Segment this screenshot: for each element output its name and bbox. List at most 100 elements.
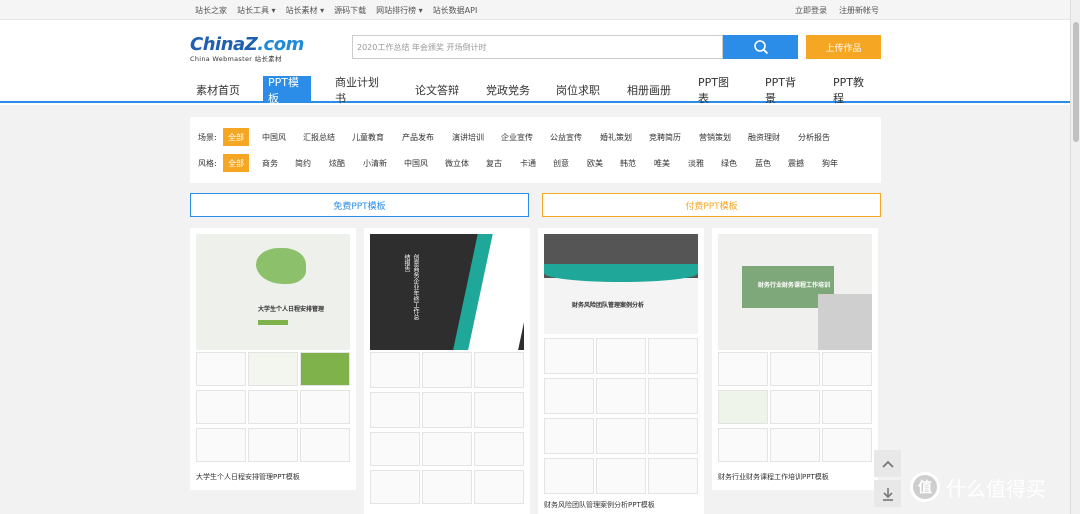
nav-job-hunting[interactable]: 岗位求职 [551, 76, 605, 103]
back-to-top-button[interactable] [874, 450, 901, 477]
slide-grid [196, 352, 350, 464]
template-title[interactable]: 财务行业财务课程工作培训PPT模板 [718, 472, 829, 482]
cover-title: 创意商务企业年终工作总结报告 [403, 254, 419, 320]
cover-title: 财务行业财务课程工作培训 [758, 282, 831, 289]
scrollbar[interactable] [1070, 0, 1080, 514]
search-button[interactable] [723, 35, 798, 59]
search-input[interactable]: 2020工作总结 年会颁奖 开场倒计时 [352, 35, 723, 59]
logo-text-right: .com [257, 34, 304, 55]
template-thumbnail[interactable]: 大学生个人日程安排管理 [196, 234, 350, 464]
style-tag[interactable]: 绿色 [716, 154, 742, 172]
top-link-api[interactable]: 站长数据API [433, 5, 478, 16]
cover-hand-image [818, 294, 872, 350]
register-link[interactable]: 注册新帐号 [839, 5, 879, 16]
cover-slide: 财务行业财务课程工作培训 [718, 234, 872, 350]
style-tag[interactable]: 欧美 [582, 154, 608, 172]
cover-title: 财务风险团队管理案例分析 [572, 302, 645, 309]
nav-ppt-background[interactable]: PPT背景 [760, 76, 810, 105]
scrollbar-thumb[interactable] [1073, 22, 1079, 142]
style-tag[interactable]: 简约 [290, 154, 316, 172]
leaf-image [256, 248, 306, 284]
filter-row-style: 风格: 全部 商务 简约 炫酷 小清新 中国风 微立体 复古 卡通 创意 欧美 … [198, 154, 878, 172]
scene-tag[interactable]: 分析报告 [793, 128, 835, 146]
top-links: 站长之家 站长工具 ▾ 站长素材 ▾ 源码下载 网站排行榜 ▾ 站长数据API [195, 5, 477, 16]
scene-tag[interactable]: 竞聘简历 [644, 128, 686, 146]
download-button[interactable] [874, 480, 901, 507]
template-card[interactable]: 财务行业财务课程工作培训 财务行业财务课程工作培训PPT模板 [712, 228, 878, 490]
style-tag[interactable]: 炫酷 [324, 154, 350, 172]
nav-business-plan[interactable]: 商业计划书 [330, 76, 392, 105]
site-logo[interactable]: ChinaZ.com China Webmaster 站长素材 [190, 34, 304, 64]
nav-album[interactable]: 相册画册 [622, 76, 676, 103]
nav-ppt-charts[interactable]: PPT图表 [693, 76, 743, 105]
nav-thesis-defense[interactable]: 论文答辩 [410, 76, 464, 103]
tab-free-ppt[interactable]: 免费PPT模板 [190, 193, 529, 217]
main-nav: 素材首页 PPT模板 商业计划书 论文答辩 党政党务 岗位求职 相册画册 PPT… [0, 73, 1070, 105]
style-tag[interactable]: 唯美 [649, 154, 675, 172]
watermark: 值 什么值得买 [910, 470, 1046, 504]
top-link-home[interactable]: 站长之家 [195, 5, 227, 16]
scene-tag[interactable]: 产品发布 [397, 128, 439, 146]
upload-button[interactable]: 上传作品 [806, 35, 881, 59]
style-tag[interactable]: 中国风 [399, 154, 433, 172]
top-bar: 站长之家 站长工具 ▾ 站长素材 ▾ 源码下载 网站排行榜 ▾ 站长数据API … [0, 0, 1070, 20]
tab-paid-ppt[interactable]: 付费PPT模板 [542, 193, 881, 217]
nav-party-affairs[interactable]: 党政党务 [481, 76, 535, 103]
search-icon [753, 40, 768, 55]
style-tag[interactable]: 卡通 [515, 154, 541, 172]
style-tag[interactable]: 蓝色 [750, 154, 776, 172]
scene-tag-all[interactable]: 全部 [223, 128, 249, 146]
template-card[interactable]: 大学生个人日程安排管理 大学生个人日程安排管理PPT模板 [190, 228, 356, 490]
scene-tag[interactable]: 融资理财 [743, 128, 785, 146]
slide-grid [718, 352, 872, 464]
style-tag[interactable]: 韩范 [615, 154, 641, 172]
cover-slide: 大学生个人日程安排管理 [196, 234, 350, 350]
cover-bar [258, 320, 288, 325]
scene-tag[interactable]: 公益宣传 [545, 128, 587, 146]
scene-tag[interactable]: 儿童教育 [347, 128, 389, 146]
template-title[interactable]: 财务风险团队管理案例分析PPT模板 [544, 500, 655, 510]
logo-text-left: China [190, 34, 245, 55]
style-tag[interactable]: 微立体 [440, 154, 474, 172]
top-link-tools[interactable]: 站长工具 ▾ [237, 5, 276, 16]
cover-wave [544, 264, 698, 282]
watermark-text: 什么值得买 [946, 476, 1046, 501]
top-link-ranking[interactable]: 网站排行榜 ▾ [376, 5, 423, 16]
scene-tag[interactable]: 汇报总结 [298, 128, 340, 146]
top-link-source[interactable]: 源码下载 [334, 5, 366, 16]
nav-ppt-template[interactable]: PPT模板 [263, 76, 311, 105]
watermark-logo: 值 [910, 472, 940, 502]
template-card[interactable]: 财务风险团队管理案例分析 财务风险团队管理案例分析PPT模板 [538, 228, 704, 514]
slide-grid [544, 338, 698, 496]
style-tag-all[interactable]: 全部 [223, 154, 249, 172]
scene-tag[interactable]: 中国风 [257, 128, 291, 146]
style-tag[interactable]: 震撼 [783, 154, 809, 172]
nav-home[interactable]: 素材首页 [190, 76, 246, 103]
style-tag[interactable]: 淡雅 [683, 154, 709, 172]
style-tag[interactable]: 复古 [481, 154, 507, 172]
scene-tag[interactable]: 企业宣传 [496, 128, 538, 146]
template-thumbnail[interactable]: 创意商务企业年终工作总结报告 [370, 234, 524, 504]
template-thumbnail[interactable]: 财务风险团队管理案例分析 [544, 234, 698, 496]
style-tag[interactable]: 商务 [257, 154, 283, 172]
nav-ppt-tutorial[interactable]: PPT教程 [828, 76, 878, 105]
download-icon [882, 487, 893, 501]
cover-title: 大学生个人日程安排管理 [258, 306, 325, 313]
template-title[interactable]: 大学生个人日程安排管理PPT模板 [196, 472, 300, 482]
scene-tag[interactable]: 婚礼策划 [595, 128, 637, 146]
filter-panel: 场景: 全部 中国风 汇报总结 儿童教育 产品发布 演讲培训 企业宣传 公益宣传… [190, 117, 881, 183]
scene-tag[interactable]: 营销策划 [694, 128, 736, 146]
login-link[interactable]: 立即登录 [795, 5, 827, 16]
template-thumbnail[interactable]: 财务行业财务课程工作培训 [718, 234, 872, 464]
style-tag[interactable]: 创意 [548, 154, 574, 172]
cover-slide: 财务风险团队管理案例分析 [544, 234, 698, 334]
template-card[interactable]: 创意商务企业年终工作总结报告 [364, 228, 530, 514]
filter-row-scene: 场景: 全部 中国风 汇报总结 儿童教育 产品发布 演讲培训 企业宣传 公益宣传… [198, 128, 878, 146]
logo-text-z: Z [244, 34, 258, 55]
top-link-materials[interactable]: 站长素材 ▾ [286, 5, 325, 16]
side-tools [874, 450, 901, 508]
style-tag[interactable]: 小清新 [358, 154, 392, 172]
scene-tag[interactable]: 演讲培训 [447, 128, 489, 146]
content-area: 场景: 全部 中国风 汇报总结 儿童教育 产品发布 演讲培训 企业宣传 公益宣传… [0, 105, 1070, 514]
style-tag[interactable]: 狗年 [817, 154, 843, 172]
